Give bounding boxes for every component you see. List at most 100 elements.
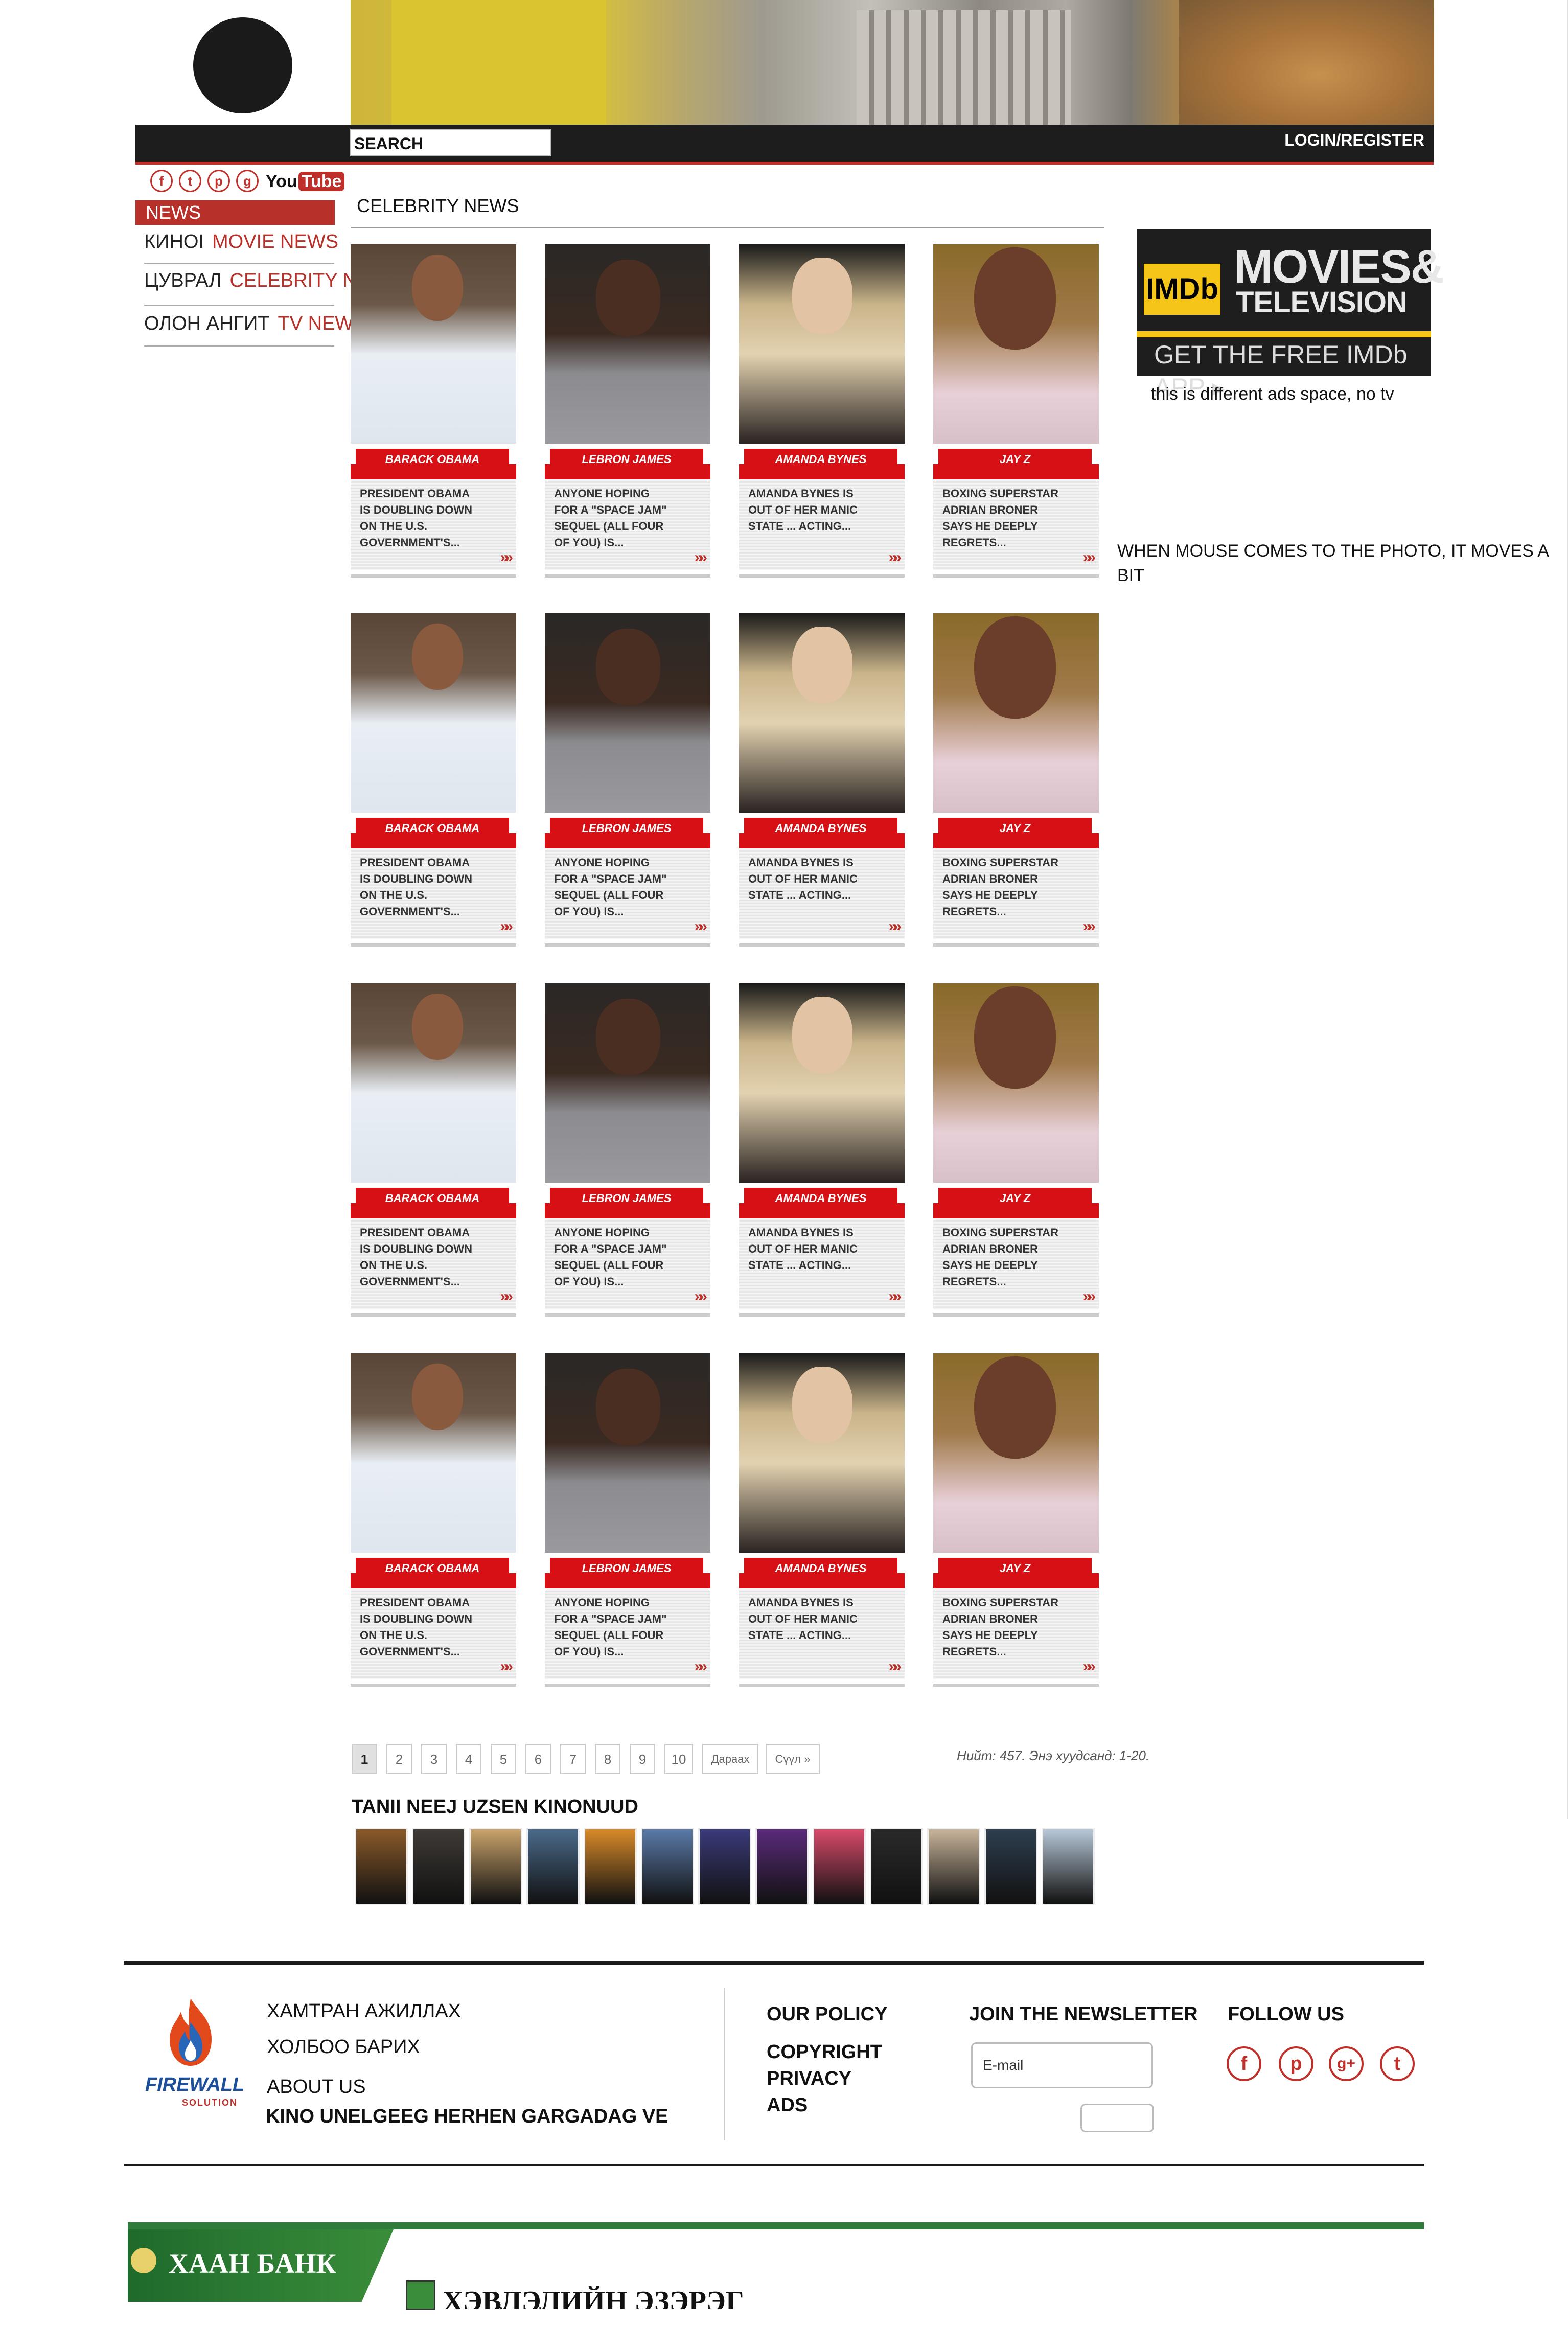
google-plus-icon[interactable]: g	[236, 170, 259, 192]
pagination-page[interactable]: 9	[630, 1744, 655, 1774]
sidebar-item-celebrity-news[interactable]: ЦУВРАЛ CELEBRITY NEWS	[144, 270, 352, 292]
pagination-page[interactable]: 4	[456, 1744, 481, 1774]
celebrity-photo[interactable]	[933, 613, 1099, 813]
read-more-icon[interactable]: »»	[695, 549, 708, 566]
sidebar-item-tv-news[interactable]: ОЛОН АНГИТ TV NEWS	[144, 313, 366, 335]
footer-link-rating-info[interactable]: KINO UNELGEEG HERHEN GARGADAG VE	[266, 2106, 668, 2128]
celebrity-news-card[interactable]: BARACK OBAMA PRESIDENT OBAMA IS DOUBLING …	[351, 1353, 516, 1687]
pagination-next[interactable]: Дараах	[702, 1744, 758, 1774]
read-more-icon[interactable]: »»	[1083, 549, 1096, 566]
movie-poster[interactable]	[412, 1828, 465, 1905]
celebrity-photo[interactable]	[739, 1353, 905, 1553]
celebrity-news-card[interactable]: BARACK OBAMA PRESIDENT OBAMA IS DOUBLING …	[351, 244, 516, 578]
read-more-icon[interactable]: »»	[695, 918, 708, 935]
read-more-icon[interactable]: »»	[889, 918, 902, 935]
movie-poster[interactable]	[526, 1828, 580, 1905]
pagination-page[interactable]: 5	[491, 1744, 516, 1774]
footer-link-privacy[interactable]: PRIVACY	[767, 2068, 851, 2090]
read-more-icon[interactable]: »»	[889, 1288, 902, 1305]
read-more-icon[interactable]: »»	[889, 549, 902, 566]
footer-link-contact[interactable]: ХОЛБОО БАРИХ	[267, 2036, 420, 2058]
read-more-icon[interactable]: »»	[500, 918, 514, 935]
movie-poster[interactable]	[813, 1828, 866, 1905]
celebrity-news-card[interactable]: BARACK OBAMA PRESIDENT OBAMA IS DOUBLING …	[351, 983, 516, 1317]
read-more-icon[interactable]: »»	[695, 1288, 708, 1305]
pagination-page[interactable]: 6	[525, 1744, 551, 1774]
pagination-page[interactable]: 8	[595, 1744, 620, 1774]
celebrity-photo[interactable]	[933, 983, 1099, 1183]
celebrity-photo[interactable]	[739, 244, 905, 444]
movie-poster[interactable]	[355, 1828, 408, 1905]
youtube-icon[interactable]: You Tube	[266, 170, 345, 193]
search-input[interactable]: SEARCH	[350, 129, 551, 156]
celebrity-news-card[interactable]: LEBRON JAMES ANYONE HOPING FOR A "SPACE J…	[545, 1353, 710, 1687]
celebrity-photo[interactable]	[545, 983, 710, 1183]
celebrity-photo[interactable]	[351, 244, 516, 444]
pagination-page[interactable]: 3	[421, 1744, 447, 1774]
movie-poster[interactable]	[755, 1828, 809, 1905]
celebrity-photo[interactable]	[933, 1353, 1099, 1553]
movie-poster[interactable]	[641, 1828, 694, 1905]
read-more-icon[interactable]: »»	[1083, 918, 1096, 935]
celebrity-photo[interactable]	[933, 244, 1099, 444]
imdb-ad-banner[interactable]: IMDb MOVIES& TELEVISION GET THE FREE IMD…	[1137, 229, 1444, 402]
celebrity-photo[interactable]	[545, 244, 710, 444]
celebrity-news-card[interactable]: JAY Z BOXING SUPERSTAR ADRIAN BRONER SAYS…	[933, 244, 1099, 578]
newsletter-submit-button[interactable]	[1080, 2104, 1154, 2132]
pagination-page[interactable]: 2	[386, 1744, 412, 1774]
footer-link-copyright[interactable]: COPYRIGHT	[767, 2041, 882, 2063]
celebrity-news-card[interactable]: AMANDA BYNES AMANDA BYNES IS OUT OF HER M…	[739, 1353, 905, 1687]
movie-poster[interactable]	[984, 1828, 1037, 1905]
google-plus-icon[interactable]: g+	[1329, 2046, 1364, 2081]
read-more-icon[interactable]: »»	[889, 1658, 902, 1675]
pinterest-icon[interactable]: p	[207, 170, 230, 192]
celebrity-news-card[interactable]: JAY Z BOXING SUPERSTAR ADRIAN BRONER SAYS…	[933, 1353, 1099, 1687]
movie-poster[interactable]	[584, 1828, 637, 1905]
celebrity-news-card[interactable]: LEBRON JAMES ANYONE HOPING FOR A "SPACE J…	[545, 983, 710, 1317]
celebrity-news-card[interactable]: AMANDA BYNES AMANDA BYNES IS OUT OF HER M…	[739, 983, 905, 1317]
pagination-last[interactable]: Сүүл »	[766, 1744, 820, 1774]
pinterest-icon[interactable]: p	[1279, 2046, 1313, 2081]
celebrity-photo[interactable]	[739, 983, 905, 1183]
celebrity-photo[interactable]	[351, 613, 516, 813]
pagination-page[interactable]: 7	[560, 1744, 586, 1774]
read-more-icon[interactable]: »»	[695, 1658, 708, 1675]
celebrity-photo[interactable]	[545, 1353, 710, 1553]
celebrity-photo[interactable]	[545, 613, 710, 813]
read-more-icon[interactable]: »»	[1083, 1288, 1096, 1305]
read-more-icon[interactable]: »»	[1083, 1658, 1096, 1675]
celebrity-photo[interactable]	[739, 613, 905, 813]
celebrity-name: JAY Z	[938, 1188, 1092, 1209]
celebrity-photo[interactable]	[351, 1353, 516, 1553]
read-more-icon[interactable]: »»	[500, 1658, 514, 1675]
celebrity-news-card[interactable]: JAY Z BOXING SUPERSTAR ADRIAN BRONER SAYS…	[933, 983, 1099, 1317]
footer-link-ads[interactable]: ADS	[767, 2094, 808, 2116]
sidebar-item-movie-news[interactable]: КИНОІ MOVIE NEWS	[144, 231, 338, 253]
movie-poster[interactable]	[870, 1828, 923, 1905]
sidebar-news-tab[interactable]: NEWS	[135, 200, 335, 225]
read-more-icon[interactable]: »»	[500, 549, 514, 566]
celebrity-news-card[interactable]: BARACK OBAMA PRESIDENT OBAMA IS DOUBLING …	[351, 613, 516, 947]
login-register-link[interactable]: LOGIN/REGISTER	[1284, 131, 1424, 150]
site-logo[interactable]	[193, 17, 292, 113]
celebrity-news-card[interactable]: LEBRON JAMES ANYONE HOPING FOR A "SPACE J…	[545, 244, 710, 578]
pagination-page[interactable]: 10	[664, 1744, 693, 1774]
movie-poster[interactable]	[1042, 1828, 1095, 1905]
celebrity-news-card[interactable]: JAY Z BOXING SUPERSTAR ADRIAN BRONER SAYS…	[933, 613, 1099, 947]
facebook-icon[interactable]: f	[1227, 2046, 1261, 2081]
movie-poster[interactable]	[927, 1828, 980, 1905]
newsletter-email-input[interactable]: E-mail	[971, 2042, 1153, 2088]
twitter-icon[interactable]: t	[1380, 2046, 1415, 2081]
movie-poster[interactable]	[469, 1828, 522, 1905]
celebrity-news-card[interactable]: AMANDA BYNES AMANDA BYNES IS OUT OF HER M…	[739, 244, 905, 578]
twitter-icon[interactable]: t	[179, 170, 201, 192]
movie-poster[interactable]	[698, 1828, 751, 1905]
pagination-page[interactable]: 1	[352, 1744, 377, 1774]
celebrity-news-card[interactable]: AMANDA BYNES AMANDA BYNES IS OUT OF HER M…	[739, 613, 905, 947]
celebrity-news-card[interactable]: LEBRON JAMES ANYONE HOPING FOR A "SPACE J…	[545, 613, 710, 947]
footer-link-partner[interactable]: ХАМТРАН АЖИЛЛАХ	[267, 2000, 461, 2022]
read-more-icon[interactable]: »»	[500, 1288, 514, 1305]
facebook-icon[interactable]: f	[150, 170, 173, 192]
celebrity-photo[interactable]	[351, 983, 516, 1183]
footer-link-about[interactable]: ABOUT US	[267, 2076, 366, 2098]
